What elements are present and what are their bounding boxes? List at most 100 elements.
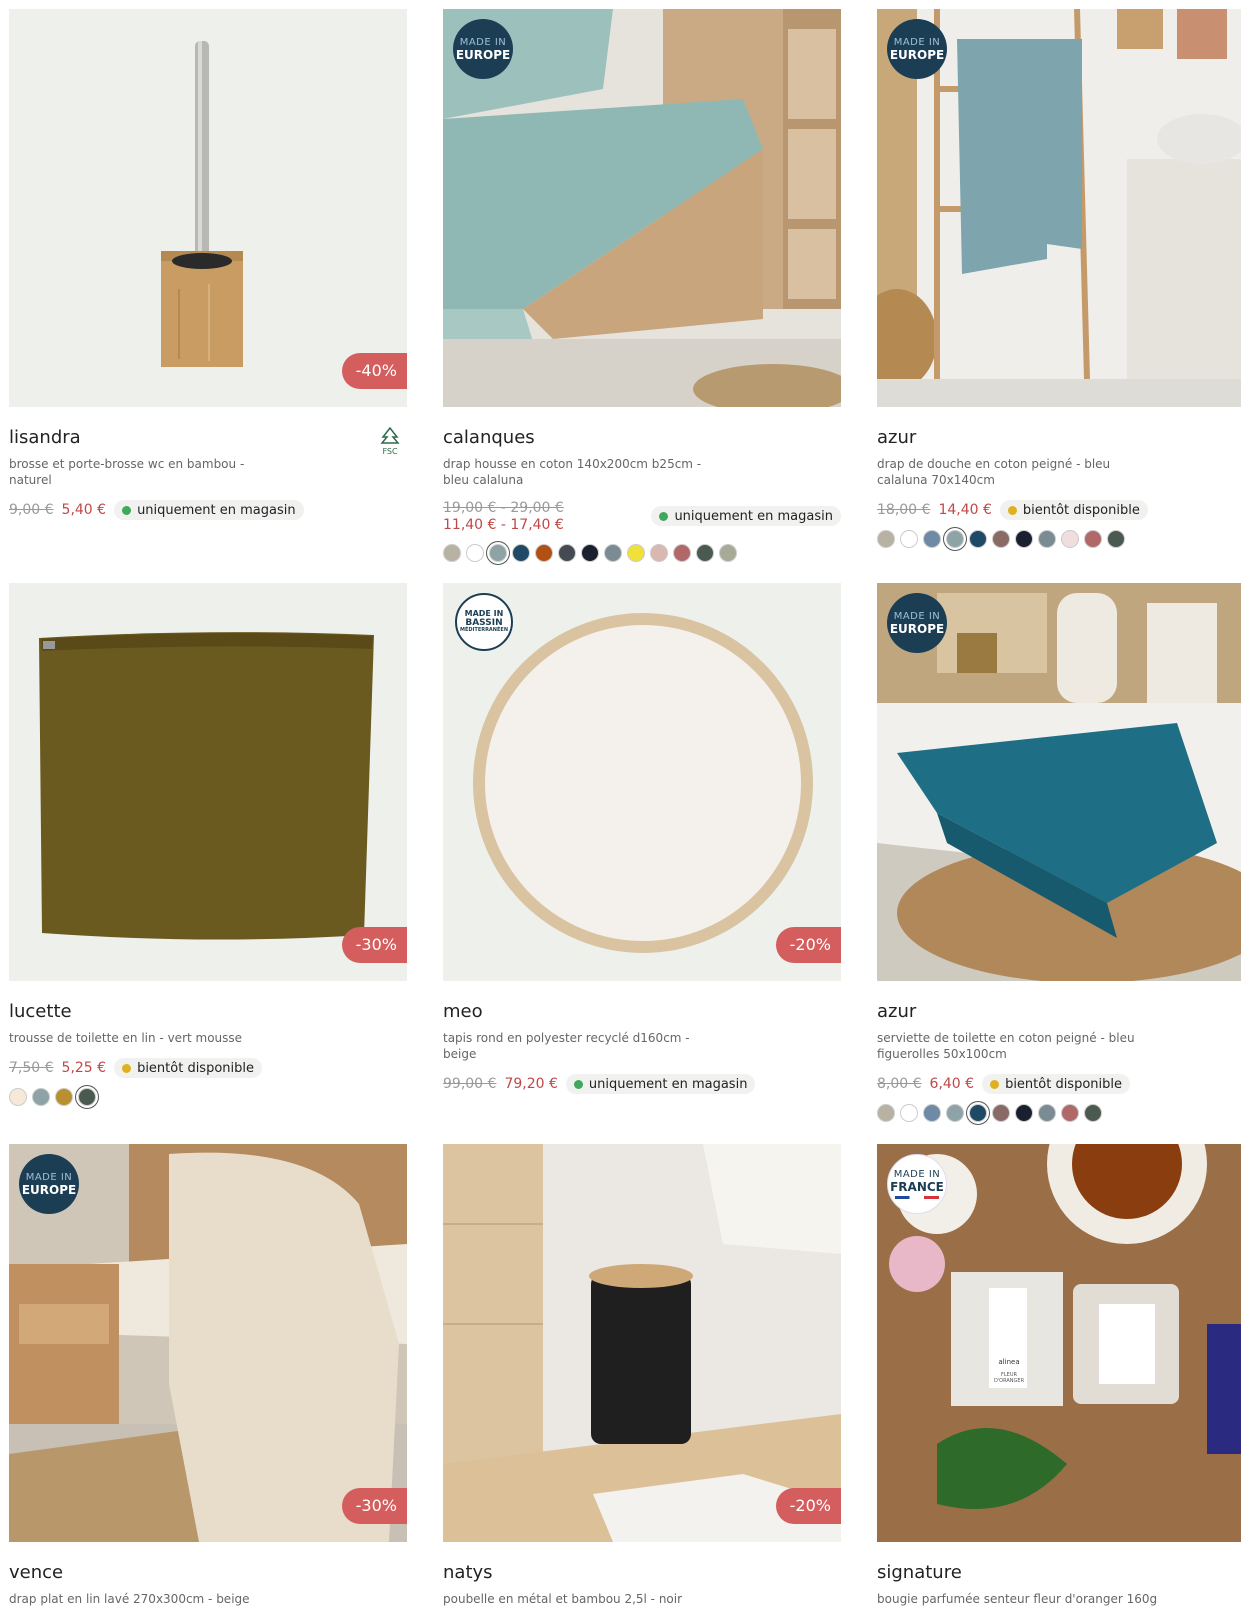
price-new: 14,40 € xyxy=(938,502,992,518)
color-swatch[interactable] xyxy=(696,544,714,562)
color-swatch[interactable] xyxy=(489,544,507,562)
availability-badge: bientôt disponible xyxy=(982,1074,1130,1094)
color-swatch[interactable] xyxy=(1084,530,1102,548)
product-description[interactable]: tapis rond en polyester recyclé d160cm -… xyxy=(443,1030,713,1062)
color-swatch[interactable] xyxy=(992,1104,1010,1122)
product-image[interactable]: MADE IN EUROPE xyxy=(877,9,1241,407)
product-description[interactable]: brosse et porte-brosse wc en bambou - na… xyxy=(9,456,279,488)
color-swatch[interactable] xyxy=(900,1104,918,1122)
product-description[interactable]: serviette de toilette en coton peigné - … xyxy=(877,1030,1147,1062)
product-title[interactable]: lisandra xyxy=(9,427,407,448)
made-in-france-badge: MADE IN FRANCE xyxy=(887,1154,947,1214)
product-card-vence[interactable]: MADE IN EUROPE -30% vence drap plat en l… xyxy=(9,1144,407,1606)
color-swatch[interactable] xyxy=(1061,1104,1079,1122)
color-swatch[interactable] xyxy=(1107,530,1125,548)
price-new: 79,20 € xyxy=(504,1076,558,1092)
badge-line1: MADE IN xyxy=(893,610,941,622)
availability-badge: uniquement en magasin xyxy=(651,506,841,526)
color-swatch[interactable] xyxy=(719,544,737,562)
product-image[interactable]: -40% xyxy=(9,9,407,407)
price-old: 99,00 € xyxy=(443,1076,497,1092)
product-card-azur-drap[interactable]: MADE IN EUROPE azur drap de douche en co… xyxy=(877,9,1250,548)
badge-line3: MÉDITERRANÉEN xyxy=(460,627,508,634)
product-card-lisandra[interactable]: -40% FSC lisandra brosse et porte-brosse… xyxy=(9,9,407,520)
color-swatch[interactable] xyxy=(443,544,461,562)
color-swatch[interactable] xyxy=(535,544,553,562)
product-card-signature[interactable]: MADE IN FRANCE alinea FLEUR D'ORANGER si… xyxy=(877,1144,1250,1606)
color-swatch[interactable] xyxy=(78,1088,96,1106)
availability-dot-icon xyxy=(990,1079,1000,1089)
product-description[interactable]: drap plat en lin lavé 270x300cm - beige xyxy=(9,1591,279,1606)
color-swatch[interactable] xyxy=(877,530,895,548)
product-image[interactable]: MADE IN BASSIN MÉDITERRANÉEN -20% xyxy=(443,583,841,981)
color-swatch[interactable] xyxy=(512,544,530,562)
color-swatch[interactable] xyxy=(923,1104,941,1122)
product-title[interactable]: azur xyxy=(877,1001,1250,1022)
product-description[interactable]: poubelle en métal et bambou 2,5l - noir xyxy=(443,1591,713,1606)
brand-label: alinea xyxy=(998,1358,1020,1366)
color-swatch[interactable] xyxy=(1038,1104,1056,1122)
price-row: 99,00 € 79,20 € uniquement en magasin xyxy=(443,1074,841,1094)
color-swatch[interactable] xyxy=(900,530,918,548)
product-card-natys[interactable]: -20% natys poubelle en métal et bambou 2… xyxy=(443,1144,841,1606)
availability-label: bientôt disponible xyxy=(137,1060,254,1076)
color-swatches xyxy=(443,544,841,562)
color-swatch[interactable] xyxy=(923,530,941,548)
color-swatch[interactable] xyxy=(466,544,484,562)
availability-badge: uniquement en magasin xyxy=(114,500,304,520)
color-swatch[interactable] xyxy=(946,1104,964,1122)
product-card-lucette[interactable]: -30% lucette trousse de toilette en lin … xyxy=(9,583,407,1106)
color-swatch[interactable] xyxy=(558,544,576,562)
product-image[interactable]: -20% xyxy=(443,1144,841,1542)
color-swatch[interactable] xyxy=(32,1088,50,1106)
price-block: 19,00 € - 29,00 € 11,40 € - 17,40 € uniq… xyxy=(443,500,841,534)
product-title[interactable]: calanques xyxy=(443,427,841,448)
product-title[interactable]: azur xyxy=(877,427,1250,448)
badge-line1: MADE IN xyxy=(459,36,507,48)
product-title[interactable]: signature xyxy=(877,1562,1250,1583)
price-row: 18,00 € 14,40 € bientôt disponible xyxy=(877,500,1250,520)
fsc-label: FSC xyxy=(382,447,398,456)
color-swatch[interactable] xyxy=(604,544,622,562)
product-card-azur-serviette[interactable]: MADE IN EUROPE azur serviette de toilett… xyxy=(877,583,1250,1122)
color-swatch[interactable] xyxy=(946,530,964,548)
product-description[interactable]: bougie parfumée senteur fleur d'oranger … xyxy=(877,1591,1177,1606)
product-image[interactable]: MADE IN EUROPE xyxy=(877,583,1241,981)
badge-line1: MADE IN xyxy=(893,1168,941,1180)
availability-dot-icon xyxy=(659,511,669,521)
product-title[interactable]: vence xyxy=(9,1562,407,1583)
product-image[interactable]: MADE IN EUROPE xyxy=(443,9,841,407)
product-title[interactable]: lucette xyxy=(9,1001,407,1022)
color-swatch[interactable] xyxy=(650,544,668,562)
product-image[interactable]: -30% xyxy=(9,583,407,981)
product-card-meo[interactable]: MADE IN BASSIN MÉDITERRANÉEN -20% meo ta… xyxy=(443,583,841,1094)
color-swatch[interactable] xyxy=(969,530,987,548)
color-swatch[interactable] xyxy=(969,1104,987,1122)
availability-label: uniquement en magasin xyxy=(588,1076,748,1092)
product-description[interactable]: trousse de toilette en lin - vert mousse xyxy=(9,1030,279,1046)
price-new: 5,25 € xyxy=(61,1060,107,1076)
color-swatch[interactable] xyxy=(627,544,645,562)
badge-line1: MADE IN xyxy=(25,1171,73,1183)
product-card-calanques[interactable]: MADE IN EUROPE calanques drap housse en … xyxy=(443,9,841,562)
color-swatch[interactable] xyxy=(581,544,599,562)
product-description[interactable]: drap de douche en coton peigné - bleu ca… xyxy=(877,456,1147,488)
color-swatch[interactable] xyxy=(992,530,1010,548)
color-swatch[interactable] xyxy=(1015,1104,1033,1122)
color-swatch[interactable] xyxy=(877,1104,895,1122)
color-swatch[interactable] xyxy=(1084,1104,1102,1122)
color-swatch[interactable] xyxy=(673,544,691,562)
price-row: 9,00 € 5,40 € uniquement en magasin xyxy=(9,500,407,520)
color-swatch[interactable] xyxy=(55,1088,73,1106)
color-swatch[interactable] xyxy=(1038,530,1056,548)
product-image[interactable]: MADE IN EUROPE -30% xyxy=(9,1144,407,1542)
product-description[interactable]: drap housse en coton 140x200cm b25cm - b… xyxy=(443,456,713,488)
product-title[interactable]: natys xyxy=(443,1562,841,1583)
made-in-europe-badge: MADE IN EUROPE xyxy=(887,19,947,79)
color-swatch[interactable] xyxy=(9,1088,27,1106)
discount-badge: -30% xyxy=(341,1488,407,1524)
product-image[interactable]: MADE IN FRANCE alinea FLEUR D'ORANGER xyxy=(877,1144,1241,1542)
product-title[interactable]: meo xyxy=(443,1001,841,1022)
color-swatch[interactable] xyxy=(1061,530,1079,548)
color-swatch[interactable] xyxy=(1015,530,1033,548)
